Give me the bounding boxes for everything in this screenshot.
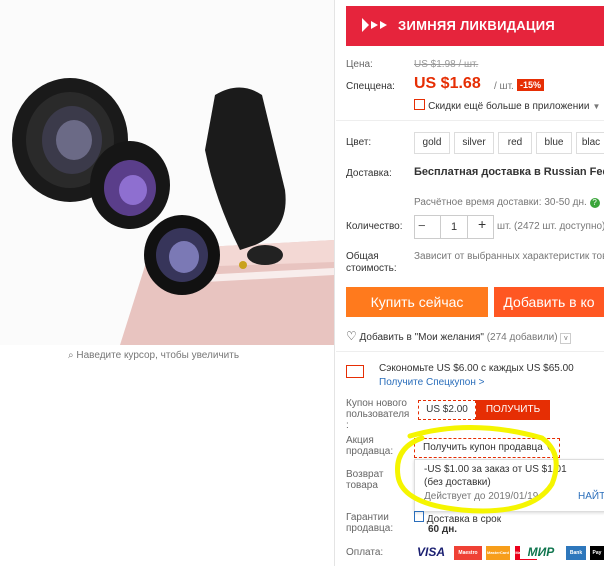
wishlist-text: Добавить в "Мои желания" <box>359 332 484 343</box>
wishlist[interactable]: ♡ Добавить в "Мои желания" (274 добавили… <box>346 329 572 344</box>
pane-divider <box>334 0 335 566</box>
quantity-decrease-button[interactable]: − <box>418 218 426 233</box>
color-option-silver[interactable]: silver <box>454 132 494 154</box>
buy-now-button[interactable]: Купить сейчас <box>346 287 488 317</box>
get-coupon-button[interactable]: ПОЛУЧИТЬ <box>476 400 550 420</box>
shipping-method[interactable]: Бесплатная доставка в Russian Federatio <box>414 166 604 178</box>
total-value: Зависит от выбранных характеристик това <box>414 251 604 262</box>
quantity-input[interactable]: 1 <box>440 216 468 238</box>
wishlist-count: (274 добавили) <box>486 332 558 343</box>
new-user-coupon-amount: US $2.00 <box>418 400 476 420</box>
zoom-hint: ⌕ Наведите курсор, чтобы увеличить <box>68 350 239 361</box>
stock-count: шт. (2472 шт. доступно) <box>497 221 604 232</box>
qr-icon <box>414 99 425 110</box>
total-label: Общая стоимость: <box>346 251 397 274</box>
add-to-cart-button[interactable]: Добавить в ко <box>494 287 604 317</box>
old-price: US $1.98 / шт. <box>414 59 479 70</box>
zoom-hint-text: Наведите курсор, чтобы увеличить <box>76 350 240 361</box>
pay-icon: Pay <box>590 546 604 560</box>
arrows-icon <box>362 18 387 32</box>
app-discount[interactable]: Скидки ещё больше в приложении ▼ <box>414 99 600 112</box>
app-discount-text: Скидки ещё больше в приложении <box>428 101 590 112</box>
quantity-label: Количество: <box>346 221 403 232</box>
highlight-annotation <box>395 425 559 514</box>
divider <box>336 120 604 121</box>
special-price-label: Спеццена: <box>346 81 395 92</box>
color-label: Цвет: <box>346 137 372 148</box>
delivery-time-text: Расчётное время доставки: 30-50 дн. <box>414 197 587 208</box>
discount-badge: -15% <box>517 79 545 91</box>
maestro-icon: Maestro <box>454 546 482 560</box>
chevron-down-icon: ▼ <box>592 102 601 111</box>
color-option-blue[interactable]: blue <box>536 132 572 154</box>
special-price: US $1.68 <box>414 75 481 92</box>
divider <box>336 351 604 352</box>
chevron-down-icon[interactable]: v <box>560 333 572 344</box>
mir-icon: МИР <box>520 545 562 559</box>
color-option-black[interactable]: blac <box>576 132 604 154</box>
product-photo[interactable] <box>0 0 334 345</box>
heart-icon: ♡ <box>346 329 357 343</box>
price-unit: / шт. <box>494 81 514 92</box>
coupon-icon <box>346 365 364 378</box>
special-coupon-link[interactable]: Получите Спецкупон > <box>379 377 485 388</box>
price-label: Цена: <box>346 59 373 70</box>
color-option-gold[interactable]: gold <box>414 132 450 154</box>
visa-icon: VISA <box>416 545 445 559</box>
banner-title: ЗИМНЯЯ ЛИКВИДАЦИЯ <box>398 18 556 33</box>
payment-label: Оплата: <box>346 547 384 558</box>
delivery-time: Расчётное время доставки: 30-50 дн. ? <box>414 197 600 208</box>
bank-card-icon: Bank <box>566 546 586 560</box>
return-label: Возврат товара <box>346 469 384 491</box>
guarantee-days: 60 дн. <box>428 524 458 535</box>
mastercard-icon: MasterCard <box>486 546 510 560</box>
delivery-label: Доставка: <box>346 168 392 179</box>
color-option-red[interactable]: red <box>498 132 532 154</box>
save-offer: Сэкономьте US $6.00 с каждых US $65.00 <box>379 363 574 374</box>
find-link[interactable]: НАЙТ <box>578 491 604 502</box>
quantity-increase-button[interactable]: + <box>478 216 486 232</box>
help-icon[interactable]: ? <box>589 198 600 208</box>
